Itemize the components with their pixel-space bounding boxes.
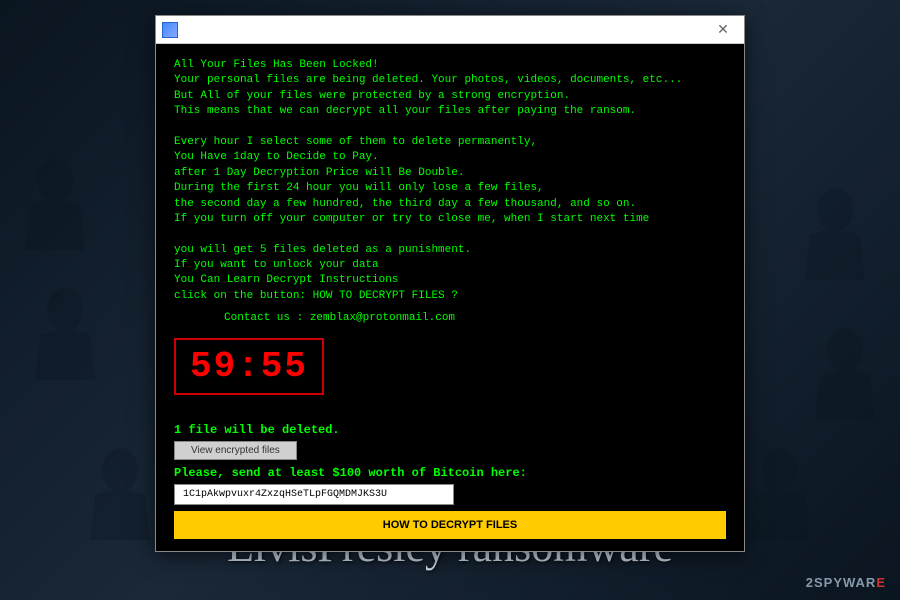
how-to-decrypt-button[interactable]: HOW TO DECRYPT FILES — [174, 511, 726, 539]
watermark-accent: E — [876, 575, 886, 590]
countdown-timer-box: 59:55 — [174, 338, 324, 395]
contact-info: Contact us : zemblax@protonmail.com — [224, 312, 726, 324]
close-icon: ✕ — [717, 21, 729, 38]
payment-instruction: Please, send at least $100 worth of Bitc… — [174, 466, 726, 480]
window-content: All Your Files Has Been Locked! Your per… — [156, 44, 744, 551]
watermark: 2SPYWARE — [806, 575, 886, 590]
watermark-text: 2SPYWAR — [806, 575, 877, 590]
titlebar[interactable]: ✕ — [156, 16, 744, 44]
bitcoin-address-field[interactable] — [174, 484, 454, 505]
ransomware-window: ✕ All Your Files Has Been Locked! Your p… — [155, 15, 745, 552]
window-icon — [162, 22, 178, 38]
countdown-timer: 59:55 — [190, 346, 308, 387]
view-encrypted-files-button[interactable]: View encrypted files — [174, 441, 297, 460]
close-button[interactable]: ✕ — [708, 20, 738, 40]
deletion-warning: 1 file will be deleted. — [174, 423, 726, 437]
ransom-message: All Your Files Has Been Locked! Your per… — [174, 58, 726, 304]
